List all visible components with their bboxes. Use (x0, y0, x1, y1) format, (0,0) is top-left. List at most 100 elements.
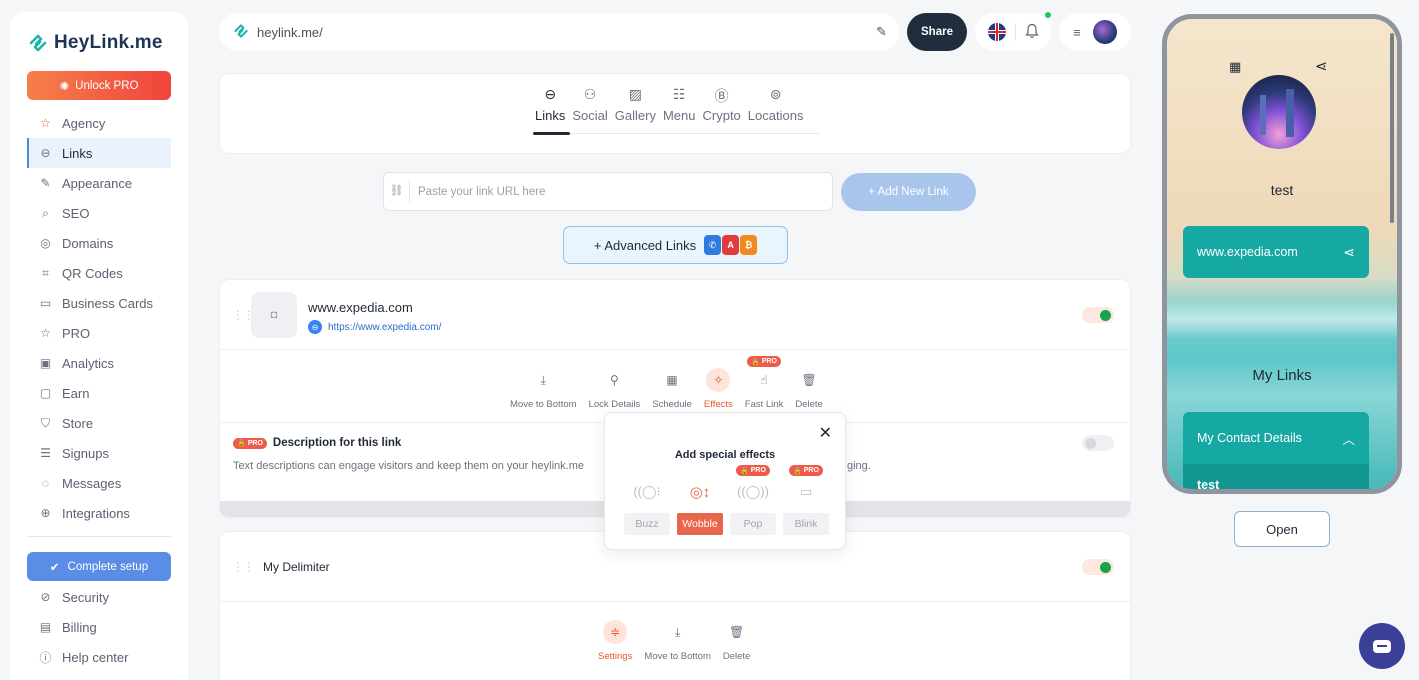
advanced-links-button[interactable]: + Advanced Links ✆ A ₿ (563, 226, 788, 264)
share-button[interactable]: Share (907, 13, 967, 51)
move-to-bottom-button[interactable]: ⤓ Move to Bottom (644, 620, 711, 663)
fast-link-button[interactable]: 🔒 PRO ☝ Fast Link (745, 356, 783, 410)
link-icon: ⊖ (40, 146, 51, 160)
sidebar-item-signups[interactable]: ☰ Signups (27, 438, 171, 468)
share-icon[interactable]: ⋖ (1343, 244, 1355, 261)
sidebar: HeyLink.me ✺ Unlock PRO ☆ Agency ⊖ Links ✎… (10, 12, 188, 680)
wallet-icon: ▢ (39, 386, 52, 400)
description-toggle[interactable] (1082, 435, 1114, 451)
sidebar-item-security[interactable]: ⊘ Security (27, 582, 171, 612)
tab-links[interactable]: ⊖ Links (533, 86, 567, 123)
contact-details-header[interactable]: My Contact Details ︿ (1183, 412, 1369, 464)
bell-icon[interactable] (1024, 23, 1039, 42)
sidebar-item-appearance[interactable]: ✎ Appearance (27, 168, 171, 198)
link-url-input[interactable]: ⛓ Paste your link URL here (383, 172, 833, 211)
sidebar-item-agency[interactable]: ☆ Agency (27, 108, 171, 138)
analytics-icon: ▣ (39, 356, 52, 370)
sidebar-item-billing[interactable]: ▤ Billing (27, 612, 171, 642)
add-new-link-button[interactable]: + Add New Link (841, 173, 976, 211)
bitcoin-icon: ₿ (740, 235, 758, 255)
sidebar-item-store[interactable]: ⛉ Store (27, 408, 171, 438)
unlock-pro-button[interactable]: ✺ Unlock PRO (27, 71, 171, 100)
sidebar-item-links[interactable]: ⊖ Links (27, 138, 171, 168)
effects-button[interactable]: ✧ Effects (704, 368, 733, 410)
delete-button[interactable]: 🗑 Delete (795, 368, 822, 410)
sidebar-item-earn[interactable]: ▢ Earn (27, 378, 171, 408)
preview-link-button[interactable]: www.expedia.com ⋖ (1183, 226, 1369, 278)
settings-button[interactable]: ≑ Settings (598, 620, 632, 662)
edit-icon[interactable]: ✎ (876, 24, 887, 40)
link-icon: ⊖ (544, 86, 557, 102)
chat-support-button[interactable] (1359, 623, 1405, 669)
sidebar-item-pro[interactable]: ☆ PRO (27, 318, 171, 348)
link-title[interactable]: www.expedia.com (308, 300, 413, 315)
search-icon: ⌕ (42, 205, 49, 220)
card-icon: ▭ (39, 296, 52, 310)
sidebar-item-messages[interactable]: ◌ Messages (27, 468, 171, 498)
globe-icon: ◎ (40, 236, 51, 250)
pro-badge: 🔒 PRO (747, 356, 781, 367)
delimiter-enabled-toggle[interactable] (1082, 559, 1114, 575)
profile-name: test (1270, 182, 1294, 198)
schedule-button[interactable]: ▦ Schedule (652, 368, 692, 410)
sidebar-item-domains[interactable]: ◎ Domains (27, 228, 171, 258)
logo[interactable]: HeyLink.me (28, 32, 163, 54)
tab-social[interactable]: ⚇ Social (570, 86, 609, 123)
effects-popup: ✕ Add special effects ((◯⁝ Buzz ◎↕ Wobbl… (604, 412, 846, 550)
tab-menu[interactable]: ☷ Menu (661, 86, 698, 123)
sidebar-item-business-cards[interactable]: ▭ Business Cards (27, 288, 171, 318)
sidebar-nav: ☆ Agency ⊖ Links ✎ Appearance ⌕ SEO ◎ Domains… (27, 108, 171, 528)
trash-icon: 🗑 (801, 373, 817, 387)
account-menu[interactable]: ≡ (1059, 13, 1131, 51)
check-circle-icon: ✔ (49, 561, 60, 574)
people-icon: ⚇ (583, 86, 597, 102)
qr-icon: ⌗ (42, 265, 49, 280)
sidebar-item-help-center[interactable]: ⓘ Help center (27, 642, 171, 672)
bitcoin-icon: Ⓑ (714, 88, 729, 104)
logo-text: HeyLink.me (54, 32, 163, 53)
move-to-bottom-button[interactable]: ⤓ Move to Bottom (510, 368, 577, 411)
complete-setup-button[interactable]: ✔ Complete setup (27, 552, 171, 581)
profile-avatar (1242, 75, 1316, 149)
contact-details-body: test (1183, 464, 1369, 489)
delete-button[interactable]: 🗑 Delete (723, 620, 750, 662)
tabs-underline (533, 133, 819, 134)
close-icon[interactable]: ✕ (819, 423, 832, 443)
effect-option-wobble[interactable]: ◎↕ Wobble (677, 469, 723, 535)
delimiter-title[interactable]: My Delimiter (263, 560, 330, 574)
link-enabled-toggle[interactable] (1082, 307, 1114, 323)
lock-details-button[interactable]: ⚲ Lock Details (589, 368, 641, 410)
tab-locations[interactable]: ⊚ Locations (746, 86, 806, 123)
tab-crypto[interactable]: Ⓑ Crypto (701, 86, 743, 123)
link-url-placeholder: Paste your link URL here (418, 185, 546, 198)
drag-handle-icon[interactable]: ⋮⋮ (232, 560, 255, 574)
effect-option-pop[interactable]: 🔒 PRO ((◯)) Pop (730, 465, 776, 535)
link-url[interactable]: ⊖ https://www.expedia.com/ (308, 320, 441, 334)
sidebar-item-analytics[interactable]: ▣ Analytics (27, 348, 171, 378)
effect-option-blink[interactable]: 🔒 PRO ▭ Blink (783, 465, 829, 535)
share-icon[interactable]: ⋖ (1315, 57, 1328, 75)
tab-gallery[interactable]: ▨ Gallery (613, 86, 658, 123)
link-thumbnail[interactable]: ◘ (251, 292, 297, 338)
location-pin-icon: ⊚ (769, 86, 782, 102)
trash-icon: 🗑 (728, 625, 745, 639)
sidebar-bottom-nav: ⊘ Security ▤ Billing ⓘ Help center (27, 582, 171, 672)
effect-option-buzz[interactable]: ((◯⁝ Buzz (624, 469, 670, 535)
open-preview-button[interactable]: Open (1234, 511, 1330, 547)
divider (220, 601, 1132, 602)
sidebar-item-seo[interactable]: ⌕ SEO (27, 198, 171, 228)
wobble-effect-icon: ◎↕ (689, 484, 711, 501)
download-icon: ⤓ (674, 624, 681, 639)
uk-flag-icon[interactable] (987, 23, 1006, 41)
qr-icon[interactable]: ▦ (1229, 59, 1241, 75)
sidebar-item-integrations[interactable]: ⊕ Integrations (27, 498, 171, 528)
profile-url-bar[interactable]: heylink.me/ ✎ (219, 13, 899, 51)
pro-badge: 🔒 PRO (233, 437, 267, 449)
chat-icon (1373, 639, 1391, 653)
lock-icon: ⚲ (610, 373, 619, 387)
sidebar-item-qr-codes[interactable]: ⌗ QR Codes (27, 258, 171, 288)
calendar-icon: ▦ (666, 373, 678, 387)
sparkle-icon: ✺ (59, 80, 70, 93)
palette-icon: ✎ (40, 176, 51, 190)
pro-badge: 🔒 PRO (789, 465, 823, 476)
